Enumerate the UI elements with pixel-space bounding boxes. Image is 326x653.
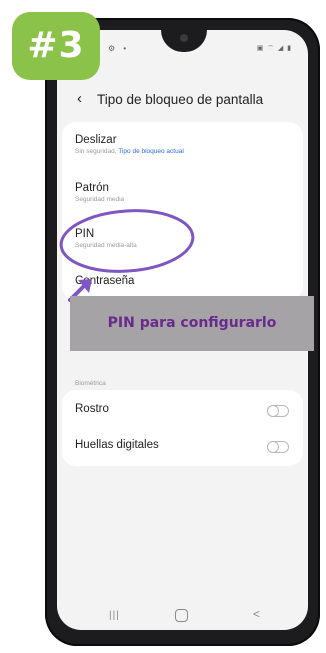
banner-text: PIN para configurarlo <box>107 315 277 331</box>
pin-highlight-circle <box>59 209 195 273</box>
instruction-banner: PIN para configurarlo <box>70 296 314 351</box>
step-number: #3 <box>27 25 85 66</box>
step-badge: #3 <box>12 12 100 80</box>
